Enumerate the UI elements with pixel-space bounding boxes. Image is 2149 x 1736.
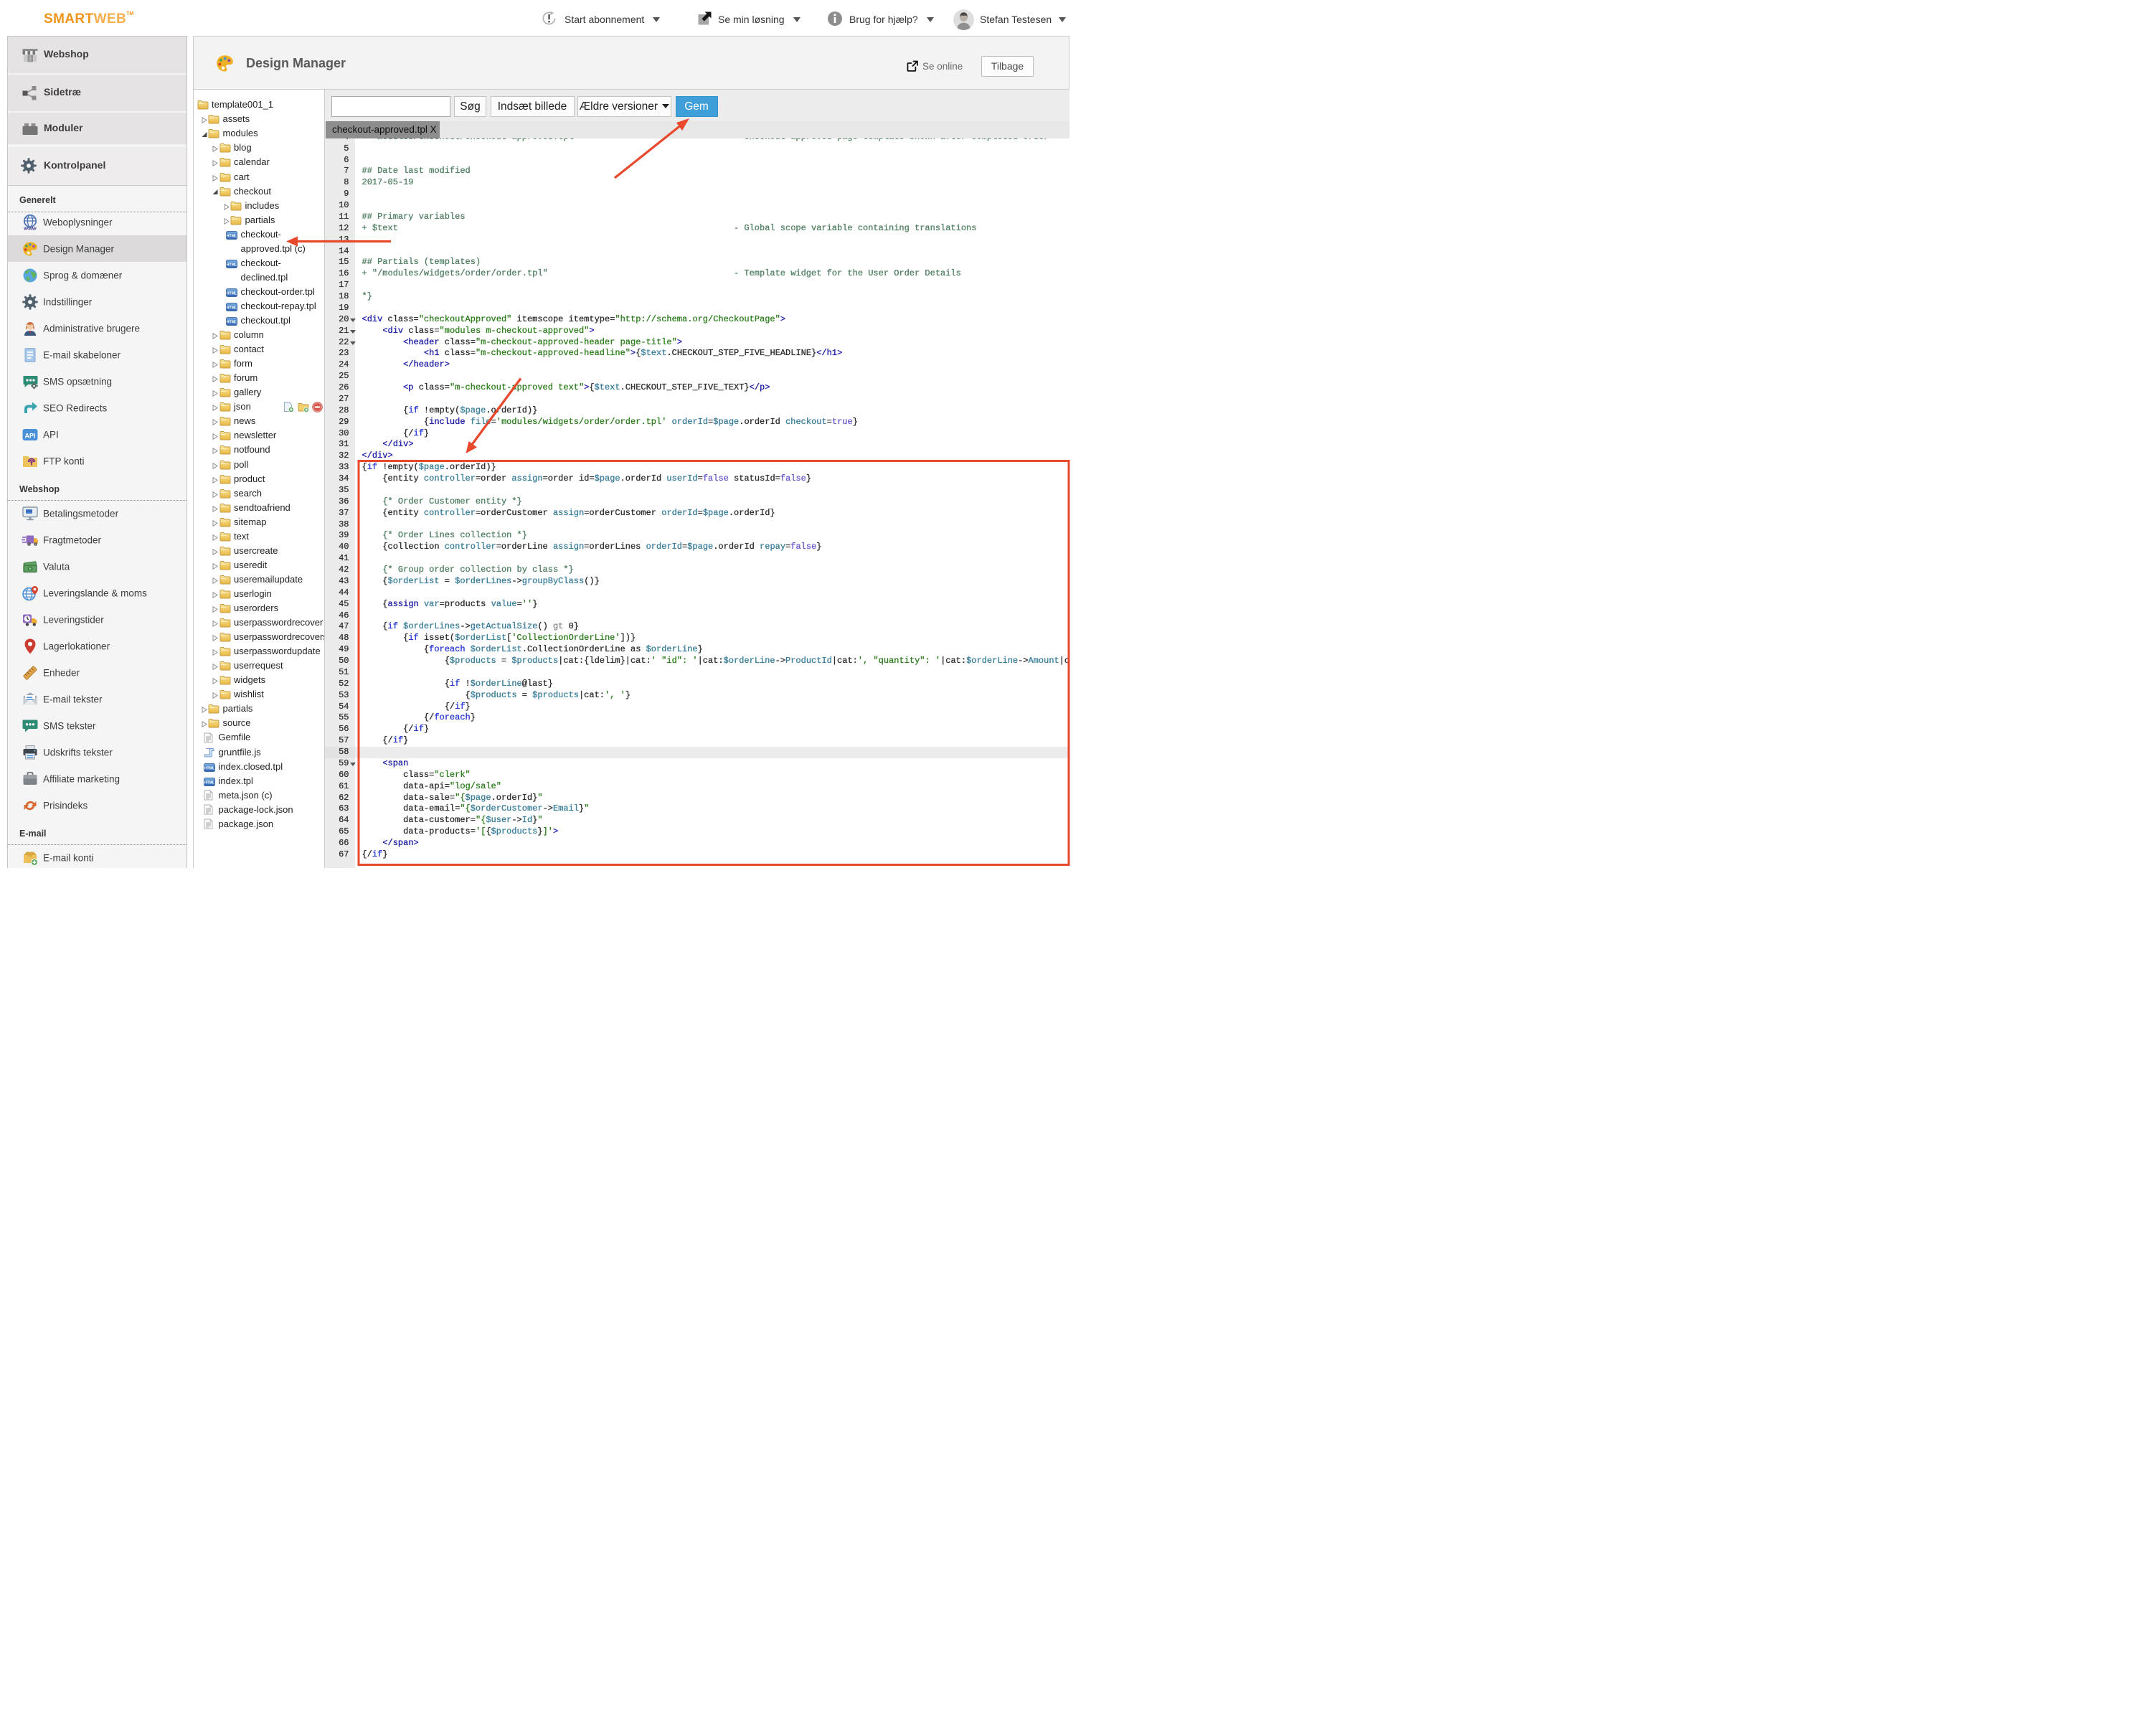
svg-text:HTML: HTML: [227, 291, 237, 296]
svg-text:HTML: HTML: [227, 321, 237, 325]
svg-text:API: API: [24, 432, 35, 439]
svg-text:www: www: [23, 225, 37, 231]
svg-text:HTML: HTML: [204, 780, 215, 785]
svg-text:HTML: HTML: [227, 263, 237, 267]
svg-text:HTML: HTML: [227, 234, 237, 238]
svg-text:HTML: HTML: [227, 306, 237, 311]
svg-text:HTML: HTML: [204, 766, 215, 770]
